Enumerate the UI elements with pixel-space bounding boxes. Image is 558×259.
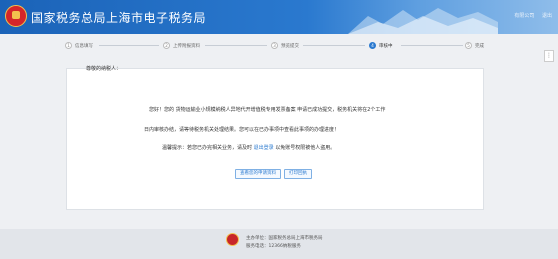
- step-number: 3: [271, 42, 278, 49]
- step-connector: [401, 45, 463, 46]
- step-number: 1: [65, 42, 72, 49]
- message-line-2: 日内审核办结，请等待税务机关处理结果。您可以在已办事项中查看此事项的办理进度！: [144, 127, 340, 133]
- logout-link[interactable]: 退出: [542, 13, 552, 19]
- step-number: 5: [465, 42, 472, 49]
- step-connector: [205, 45, 267, 46]
- step-number: 2: [163, 42, 170, 49]
- step-2: 2 上传附报资料: [163, 42, 200, 49]
- progress-steps: 1 信息填写 2 上传附报资料 3 预览提交 4 审核中 5 完成: [57, 42, 497, 58]
- tip-suffix: 以免账号权限被他人盗用。: [275, 145, 336, 151]
- step-connector: [303, 45, 365, 46]
- step-5: 5 完成: [465, 42, 484, 49]
- footer-emblem-icon: [226, 233, 239, 246]
- tip-prefix: 温馨提示：若您已办完相关业务，请及时: [162, 145, 253, 151]
- step-3: 3 预览提交: [271, 42, 299, 49]
- result-panel: [66, 68, 484, 210]
- tip-line: 温馨提示：若您已办完相关业务，请及时 退出登录 以免账号权限被他人盗用。: [162, 144, 335, 151]
- site-title: 国家税务总局上海市电子税务局: [31, 11, 207, 25]
- greeting-text: 尊敬的纳税人：: [86, 66, 122, 72]
- step-4: 4 审核中: [369, 42, 393, 49]
- message-line-1: 您好！您的 货物运输业小规模纳税人异地代开增值税专用发票备案 申请已成功提交，税…: [149, 107, 386, 113]
- company-name[interactable]: 有限公司: [514, 13, 534, 19]
- logout-inline-link[interactable]: 退出登录: [254, 145, 274, 151]
- step-connector: [99, 45, 159, 46]
- step-label: 上传附报资料: [173, 43, 200, 49]
- step-label: 信息填写: [75, 43, 93, 49]
- user-area: 有限公司 退出: [508, 12, 552, 19]
- step-number: 4: [369, 42, 376, 49]
- print-receipt-button[interactable]: 打印回执: [284, 169, 312, 179]
- mountain-illustration: [348, 8, 498, 34]
- top-banner: 国家税务总局上海市电子税务局 有限公司 退出: [0, 0, 558, 34]
- footer-sponsor: 主办单位：国家税务总局上海市税务局: [246, 236, 323, 241]
- tax-emblem-icon: [5, 5, 27, 27]
- side-menu-button[interactable]: ⋮: [544, 50, 554, 62]
- footer-hotline: 服务电话：12366纳税服务: [246, 244, 301, 249]
- step-label: 审核中: [379, 43, 393, 49]
- step-1: 1 信息填写: [65, 42, 93, 49]
- step-label: 完成: [475, 43, 484, 49]
- view-submitted-button[interactable]: 查看您的申请资料: [235, 169, 281, 179]
- step-label: 预览提交: [281, 43, 299, 49]
